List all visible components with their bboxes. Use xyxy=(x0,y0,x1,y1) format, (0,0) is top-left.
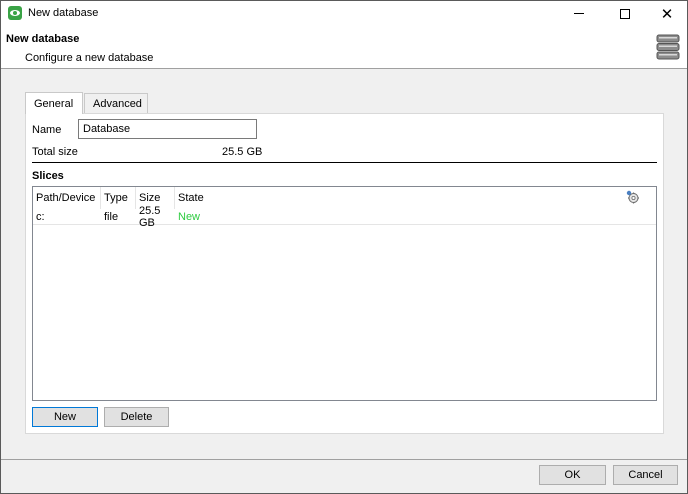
name-input[interactable] xyxy=(78,119,257,139)
cell-type: file xyxy=(104,211,119,223)
new-database-dialog: New database ✕ New database Configure a … xyxy=(0,0,688,494)
database-icon xyxy=(656,34,680,60)
name-label: Name xyxy=(32,124,62,136)
slices-list-header: Path/Device Type Size State xyxy=(33,187,656,209)
tab-advanced[interactable]: Advanced xyxy=(84,93,148,113)
header-subtitle: Configure a new database xyxy=(25,52,154,64)
dialog-footer: OK Cancel xyxy=(1,459,687,493)
minimize-button[interactable] xyxy=(561,1,597,26)
app-eye-icon xyxy=(8,6,22,20)
close-button[interactable]: ✕ xyxy=(649,1,685,26)
dialog-body: General Advanced Name Total size 25.5 GB… xyxy=(1,69,687,459)
total-size-label: Total size xyxy=(32,146,78,158)
minimize-icon xyxy=(574,13,584,14)
slices-label: Slices xyxy=(32,170,64,182)
new-slice-button[interactable]: New xyxy=(32,407,98,427)
column-header-state[interactable]: State xyxy=(175,187,215,209)
header-title: New database xyxy=(6,33,80,45)
title-bar[interactable]: New database ✕ xyxy=(1,1,687,26)
close-icon: ✕ xyxy=(660,4,674,23)
cell-state: New xyxy=(178,211,201,223)
dialog-header: New database Configure a new database xyxy=(1,26,687,69)
column-header-type[interactable]: Type xyxy=(101,187,136,209)
cancel-button[interactable]: Cancel xyxy=(613,465,678,485)
tab-general[interactable]: General xyxy=(25,92,83,114)
window-title: New database xyxy=(28,7,99,19)
column-header-path[interactable]: Path/Device xyxy=(33,187,101,209)
slices-list[interactable]: Path/Device Type Size State c: file 25.5… xyxy=(32,186,657,401)
ok-button[interactable]: OK xyxy=(539,465,606,485)
total-size-value: 25.5 GB xyxy=(222,146,263,158)
general-tab-panel: Name Total size 25.5 GB Slices Path/Devi… xyxy=(25,113,664,434)
maximize-button[interactable] xyxy=(607,1,643,26)
maximize-icon xyxy=(620,8,630,19)
table-row[interactable]: c: file 25.5 GB New xyxy=(33,205,656,229)
delete-slice-button[interactable]: Delete xyxy=(104,407,169,427)
cell-size: 25.5 GB xyxy=(139,205,161,229)
separator xyxy=(32,162,657,163)
settings-gear-icon[interactable] xyxy=(626,190,640,204)
cell-path: c: xyxy=(36,211,45,223)
